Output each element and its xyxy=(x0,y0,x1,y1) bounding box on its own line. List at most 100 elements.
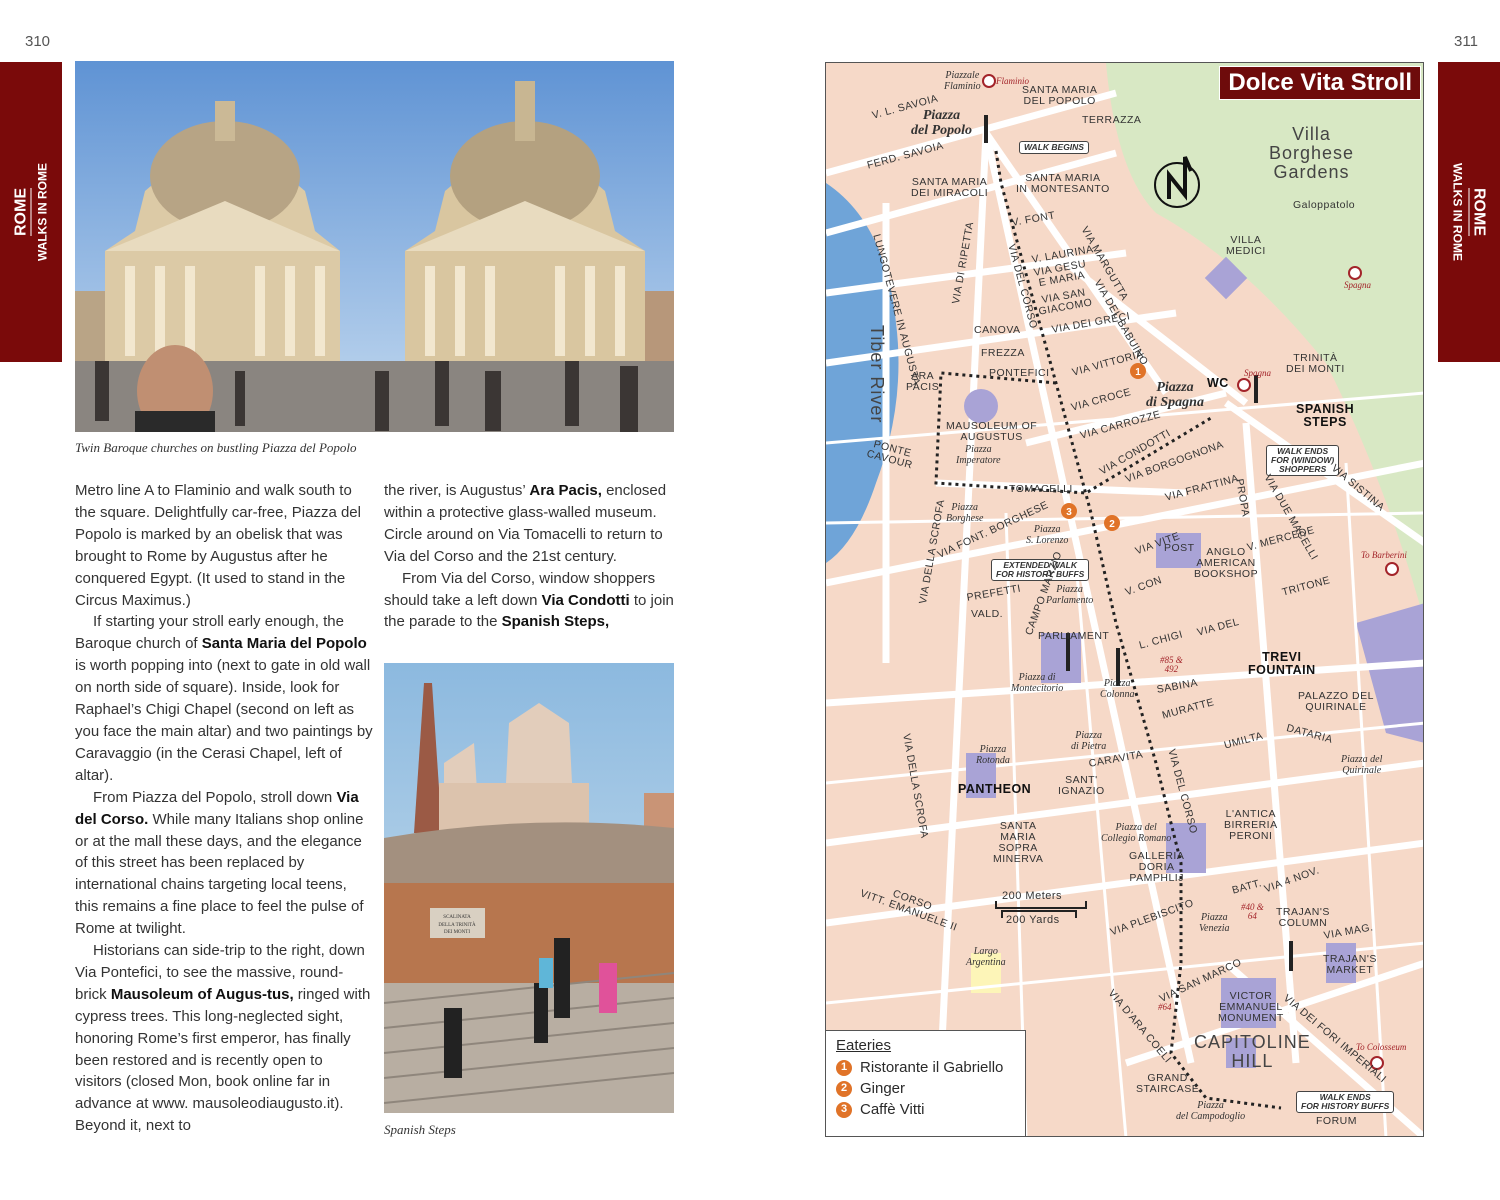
map-label-piazza-imperatore: Piazza Imperatore xyxy=(956,444,1001,466)
map-label-quirinale-palace: PALAZZO DEL QUIRINALE xyxy=(1298,690,1374,714)
map-label-trajan-mkt: TRAJAN'S MARKET xyxy=(1323,953,1377,977)
map-label-trajan-col: TRAJAN'S COLUMN xyxy=(1276,906,1330,930)
body-paragraph: the river, is Augustus’ Ara Pacis, enclo… xyxy=(384,480,674,568)
map-label-terrazza: TERRAZZA xyxy=(1082,114,1142,126)
eatery-number-icon: 2 xyxy=(836,1080,852,1097)
map-label-sm-miracoli: SANTA MARIA DEI MIRACOLI xyxy=(911,176,989,200)
body-paragraph: From Piazza del Popolo, stroll down Via … xyxy=(75,787,373,940)
page-number-right: 311 xyxy=(1454,33,1478,50)
map-label-walk-begins: WALK BEGINS xyxy=(1019,141,1089,154)
highlighted-place-name: Via Condotti xyxy=(541,591,630,609)
map-label-canova: CANOVA xyxy=(974,324,1021,336)
map-label-piazzale-flaminio: Piazzale Flaminio xyxy=(944,70,981,92)
body-paragraph: If starting your stroll early enough, th… xyxy=(75,611,373,786)
map-label-spagna-metro1: Spagna xyxy=(1344,280,1371,290)
map-label-villa-borghese: Villa Borghese Gardens xyxy=(1269,124,1355,182)
map-label-vald: VALD. xyxy=(971,608,1004,620)
legend-item: 3 Caffè Vitti xyxy=(836,1099,1015,1120)
map-label-parliament: PARLIAMENT xyxy=(1038,630,1110,642)
tab-chapter: WALKS IN ROME xyxy=(1450,163,1465,261)
photo-spanish-steps: SCALINATA DELLA TRINITÀ DEI MONTI xyxy=(384,663,674,1113)
map-label-piazza-borghese: Piazza Borghese xyxy=(946,502,984,524)
map-label-tomacelli: TOMACELLI xyxy=(1009,483,1073,495)
map-label-piazza-lorenzo: Piazza S. Lorenzo xyxy=(1026,524,1069,546)
eatery-number-icon: 3 xyxy=(836,1101,852,1118)
tab-section: ROME xyxy=(12,188,32,236)
map-label-galoppatolo: Galoppatolo xyxy=(1293,199,1356,211)
svg-text:2: 2 xyxy=(1109,519,1115,530)
paragraph-text: the river, is Augustus’ xyxy=(384,482,530,499)
svg-text:DEI MONTI: DEI MONTI xyxy=(444,930,470,935)
text-column-1: Metro line A to Flaminio and walk south … xyxy=(75,480,373,1137)
map-label-staircase: GRAND STAIRCASE xyxy=(1136,1072,1200,1096)
quirinale-building xyxy=(1356,603,1423,743)
map-label-ignazio: SANT' IGNAZIO xyxy=(1058,774,1105,798)
paragraph-text: ringed with cypress trees. This long-neg… xyxy=(75,985,371,1135)
photo-piazza-del-popolo xyxy=(75,61,674,432)
map-label-peroni: L'ANTICA BIRRERIA PERONI xyxy=(1224,808,1278,843)
map-label-doria: GALLERIA DORIA PAMPHLIJ xyxy=(1129,850,1185,885)
map-label-bus-85: #85 & 492 xyxy=(1160,655,1183,675)
map-label-sm-popolo: SANTA MARIA DEL POPOLO xyxy=(1022,84,1098,108)
map-label-spanish-steps: SPANISH STEPS xyxy=(1296,402,1355,430)
map-label-piazza-quirinale: Piazza del Quirinale xyxy=(1341,754,1383,776)
eatery-number-icon: 1 xyxy=(836,1059,852,1076)
map-label-venezia: Piazza Venezia xyxy=(1199,912,1230,934)
map-label-trinita: TRINITÀ DEI MONTI xyxy=(1286,352,1345,376)
map-label-spagna-metro2: Spagna xyxy=(1244,368,1271,378)
photo2-caption: Spanish Steps xyxy=(384,1122,456,1137)
paragraph-text: is worth popping into (next to gate in o… xyxy=(75,657,373,784)
map-label-to-colosseum: To Colosseum xyxy=(1356,1042,1407,1052)
svg-text:3: 3 xyxy=(1066,507,1072,518)
text-column-2: the river, is Augustus’ Ara Pacis, enclo… xyxy=(384,480,674,633)
tab-chapter: WALKS IN ROME xyxy=(35,163,50,261)
map-label-piazza-spagna: Piazza di Spagna xyxy=(1146,380,1204,410)
map-label-bus-40: #40 & 64 xyxy=(1241,902,1264,922)
paragraph-text: While many Italians shop online or at th… xyxy=(75,810,364,938)
map-label-wc: WC xyxy=(1207,376,1229,390)
map-label-scale-y: 200 Yards xyxy=(1006,914,1060,926)
legend-heading: Eateries xyxy=(836,1037,892,1054)
map-label-pontefici: PONTEFICI xyxy=(989,367,1050,379)
photo1-caption: Twin Baroque churches on bustling Piazza… xyxy=(75,440,357,455)
map-label-sm-montesanto: SANTA MARIA IN MONTESANTO xyxy=(1016,172,1110,196)
map-label-campidoglio: Piazza del Campodoglio xyxy=(1176,1100,1246,1122)
map-label-forum: FORUM xyxy=(1316,1115,1357,1127)
map-label-rotonda: Piazza Rotonda xyxy=(976,744,1010,766)
map-label-pietra: Piazza di Pietra xyxy=(1071,730,1107,752)
map-label-victor: VICTOR EMMANUEL MONUMENT xyxy=(1218,990,1284,1025)
map-legend: Eateries 1 Ristorante il Gabriello 2 Ginge… xyxy=(826,1030,1026,1136)
map-label-minerva: SANTA MARIA SOPRA MINERVA xyxy=(993,820,1044,866)
walking-map: 123 Piazzale Flaminio Flaminio SANTA MARIA… xyxy=(825,62,1424,1137)
map-label-montecitorio: Piazza di Montecitorio xyxy=(1011,672,1064,694)
map-label-piazza-popolo: Piazza del Popolo xyxy=(911,108,973,138)
map-label-pantheon: PANTHEON xyxy=(958,782,1032,796)
map-label-post: POST xyxy=(1164,542,1195,554)
highlighted-place-name: Mausoleum of Augus-tus, xyxy=(110,985,294,1003)
body-paragraph: Historians can side-trip to the right, d… xyxy=(75,940,373,1137)
highlighted-place-name: Santa Maria del Popolo xyxy=(201,635,367,653)
tab-section: ROME xyxy=(1468,188,1488,236)
page-number-left: 310 xyxy=(25,33,51,50)
map-label-ara-pacis: ARA PACIS xyxy=(906,370,940,394)
map-label-tiber: Tiber River xyxy=(867,325,887,424)
map-label-scale-m: 200 Meters xyxy=(1002,890,1063,902)
section-tab-right: ROME WALKS IN ROME xyxy=(1438,62,1500,362)
body-paragraph: From Via del Corso, window shoppers shou… xyxy=(384,568,674,634)
highlighted-place-name: Spanish Steps, xyxy=(501,613,610,631)
paragraph-text: From Piazza del Popolo, stroll down xyxy=(93,788,337,806)
legend-item: 2 Ginger xyxy=(836,1078,1015,1099)
highlighted-place-name: Ara Pacis, xyxy=(529,482,602,499)
map-label-argentina: Largo Argentina xyxy=(966,946,1006,968)
map-label-piazza-parlamento: Piazza Parlamento xyxy=(1046,584,1094,606)
map-label-collegio: Piazza del Collegio Romano xyxy=(1101,822,1172,844)
map-label-walk-ends-history: WALK ENDS FOR HISTORY BUFFS xyxy=(1296,1091,1395,1113)
section-tab-left: ROME WALKS IN ROME xyxy=(0,62,62,362)
map-label-extended-walk: EXTENDED WALK FOR HISTORY BUFFS xyxy=(991,559,1090,581)
svg-text:SCALINATA: SCALINATA xyxy=(443,915,471,920)
map-label-to-barberini: To Barberini xyxy=(1361,550,1407,560)
paragraph-text: Metro line A to Flaminio and walk south … xyxy=(75,482,361,609)
map-label-colonna: Piazza Colonna xyxy=(1100,678,1135,700)
svg-text:1: 1 xyxy=(1135,367,1141,378)
map-title: Dolce Vita Stroll xyxy=(1219,66,1421,100)
